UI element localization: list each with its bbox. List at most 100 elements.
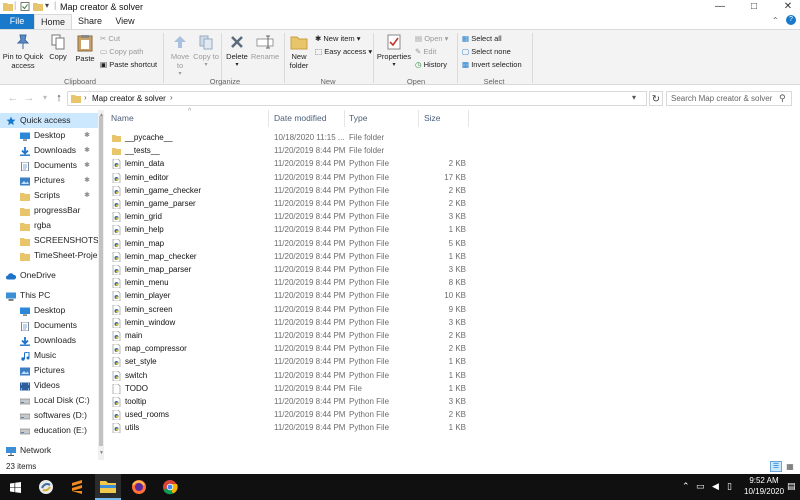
nav-item-screenshots[interactable]: SCREENSHOTS — [0, 233, 98, 248]
file-row[interactable]: lemin_window 11/20/2019 8:44 PM Python Fil… — [108, 316, 468, 329]
nav-item-desktop[interactable]: Desktop ✱ — [0, 128, 98, 143]
file-row[interactable]: utils 11/20/2019 8:44 PM Python File 1 KB — [108, 421, 468, 434]
file-row[interactable]: lemin_help 11/20/2019 8:44 PM Python File 1… — [108, 223, 468, 236]
edit-button[interactable]: ✎ Edit — [415, 47, 436, 56]
new-folder-icon[interactable] — [33, 2, 43, 11]
up-arrow-icon[interactable]: ↑ — [52, 91, 66, 105]
nav-item-quick-access[interactable]: Quick access — [0, 113, 98, 128]
open-button[interactable]: ▤ Open ▾ — [415, 34, 448, 43]
large-icons-view-icon[interactable]: ▦ — [784, 461, 796, 472]
file-row[interactable]: lemin_game_parser 11/20/2019 8:44 PM Pytho… — [108, 197, 468, 210]
file-row[interactable]: __pycache__ 10/18/2020 11:15 ... File fold… — [108, 131, 468, 144]
start-button[interactable] — [0, 474, 30, 500]
collapse-ribbon-icon[interactable]: ⌃ — [772, 16, 779, 25]
show-hidden-icons-icon[interactable]: ⌃ — [682, 481, 690, 492]
column-header-type[interactable]: Type — [349, 113, 367, 123]
select-all-button[interactable]: ▦ Select all — [462, 34, 502, 43]
nav-item-progressbar[interactable]: progressBar — [0, 203, 98, 218]
nav-item-network[interactable]: Network — [0, 443, 98, 458]
chrome-app[interactable] — [157, 474, 183, 500]
nav-item-onedrive[interactable]: OneDrive — [0, 268, 98, 283]
forward-arrow-icon[interactable]: → — [22, 91, 36, 105]
file-row[interactable]: lemin_map_checker 11/20/2019 8:44 PM Pytho… — [108, 250, 468, 263]
nav-item-scripts[interactable]: Scripts ✱ — [0, 188, 98, 203]
recent-locations-chevron-icon[interactable]: ▾ — [38, 91, 52, 105]
file-row[interactable]: lemin_data 11/20/2019 8:44 PM Python File 2… — [108, 157, 468, 170]
nav-item-desktop[interactable]: Desktop — [0, 303, 98, 318]
firefox-app[interactable] — [126, 474, 152, 500]
copy-path-button[interactable]: ▭ Copy path — [100, 47, 143, 56]
close-button[interactable]: ✕ — [776, 0, 800, 14]
column-divider[interactable] — [268, 110, 269, 127]
tab-file[interactable]: File — [0, 14, 34, 29]
properties-button[interactable]: Properties ▾ — [376, 34, 412, 70]
properties-check-icon[interactable] — [20, 2, 30, 11]
nav-item-downloads[interactable]: Downloads ✱ — [0, 143, 98, 158]
file-explorer-app[interactable] — [95, 474, 121, 500]
file-row[interactable]: lemin_map_parser 11/20/2019 8:44 PM Python… — [108, 263, 468, 276]
column-header-size[interactable]: Size — [424, 113, 441, 123]
column-divider[interactable] — [468, 110, 469, 127]
address-bar[interactable]: › Map creator & solver › ▾ — [67, 91, 647, 106]
minimize-button[interactable]: — — [708, 0, 732, 14]
file-row[interactable]: set_style 11/20/2019 8:44 PM Python File 1 … — [108, 355, 468, 368]
notifications-icon[interactable]: ▤ — [787, 481, 796, 492]
column-header-date[interactable]: Date modified — [274, 113, 326, 123]
history-button[interactable]: ◷ History — [415, 60, 447, 69]
invert-selection-button[interactable]: ▩ Invert selection — [462, 60, 522, 69]
tab-share[interactable]: Share — [72, 14, 108, 29]
file-row[interactable]: main 11/20/2019 8:44 PM Python File 2 KB — [108, 329, 468, 342]
nav-item-downloads[interactable]: Downloads — [0, 333, 98, 348]
new-folder-button[interactable]: New folder — [287, 34, 311, 70]
volume-icon[interactable]: ◀ — [712, 481, 719, 492]
search-input[interactable]: Search Map creator & solver — [666, 91, 792, 106]
file-row[interactable]: lemin_editor 11/20/2019 8:44 PM Python Fil… — [108, 171, 468, 184]
cut-button[interactable]: ✂ Cut — [100, 34, 120, 43]
file-row[interactable]: switch 11/20/2019 8:44 PM Python File 1 KB — [108, 369, 468, 382]
pin-to-quick-access-button[interactable]: Pin to Quick access — [2, 34, 44, 70]
tab-view[interactable]: View — [108, 14, 142, 29]
python-idle-app[interactable] — [33, 474, 59, 500]
select-none-button[interactable]: ▢ Select none — [462, 47, 511, 56]
battery-icon[interactable]: ▯ — [727, 481, 732, 492]
breadcrumb-chevron-icon[interactable]: › — [170, 93, 173, 102]
file-row[interactable]: lemin_grid 11/20/2019 8:44 PM Python File 3… — [108, 210, 468, 223]
column-divider[interactable] — [344, 110, 345, 127]
breadcrumb-current[interactable]: Map creator & solver — [92, 94, 166, 103]
copy-to-button[interactable]: Copy to ▾ — [193, 34, 219, 70]
delete-button[interactable]: Delete ▾ — [224, 34, 250, 70]
rename-button[interactable]: Rename — [250, 34, 280, 61]
file-row[interactable]: lemin_map 11/20/2019 8:44 PM Python File 5 … — [108, 237, 468, 250]
file-row[interactable]: lemin_player 11/20/2019 8:44 PM Python Fil… — [108, 289, 468, 302]
file-row[interactable]: lemin_menu 11/20/2019 8:44 PM Python File 8… — [108, 276, 468, 289]
help-icon[interactable]: ? — [786, 15, 796, 25]
file-row[interactable]: lemin_game_checker 11/20/2019 8:44 PM Pyth… — [108, 184, 468, 197]
paste-shortcut-button[interactable]: ▣ Paste shortcut — [100, 60, 157, 69]
tab-home[interactable]: Home — [34, 14, 72, 29]
nav-item-videos[interactable]: Videos — [0, 378, 98, 393]
nav-item-local-disk-c[interactable]: Local Disk (C:) — [0, 393, 98, 408]
clock-date[interactable]: 10/19/2020 — [744, 487, 784, 496]
column-divider[interactable] — [418, 110, 419, 127]
paste-button[interactable]: Paste — [72, 34, 98, 63]
nav-item-this-pc[interactable]: This PC — [0, 288, 98, 303]
file-row[interactable]: TODO 11/20/2019 8:44 PM File 1 KB — [108, 382, 468, 395]
file-row[interactable]: used_rooms 11/20/2019 8:44 PM Python File 2… — [108, 408, 468, 421]
details-view-icon[interactable]: ☰ — [770, 461, 782, 472]
nav-item-music[interactable]: Music — [0, 348, 98, 363]
move-to-button[interactable]: Move to ▾ — [167, 34, 193, 79]
nav-item-education-e[interactable]: education (E:) — [0, 423, 98, 438]
new-item-button[interactable]: ✱ New item ▾ — [315, 34, 361, 43]
address-dropdown-icon[interactable]: ▾ — [632, 93, 636, 102]
nav-item-softwares-d[interactable]: softwares (D:) — [0, 408, 98, 423]
file-row[interactable]: map_compressor 11/20/2019 8:44 PM Python F… — [108, 342, 468, 355]
back-arrow-icon[interactable]: ← — [6, 91, 20, 105]
refresh-icon[interactable]: ↻ — [649, 91, 663, 106]
network-status-icon[interactable]: ▭ — [696, 481, 705, 492]
clock-time[interactable]: 9:52 AM — [744, 476, 784, 485]
sublime-text-app[interactable] — [64, 474, 90, 500]
nav-item-pictures[interactable]: Pictures ✱ — [0, 173, 98, 188]
file-row[interactable]: tooltip 11/20/2019 8:44 PM Python File 3 KB — [108, 395, 468, 408]
nav-item-documents[interactable]: Documents ✱ — [0, 158, 98, 173]
easy-access-button[interactable]: ⬚ Easy access ▾ — [315, 47, 372, 56]
